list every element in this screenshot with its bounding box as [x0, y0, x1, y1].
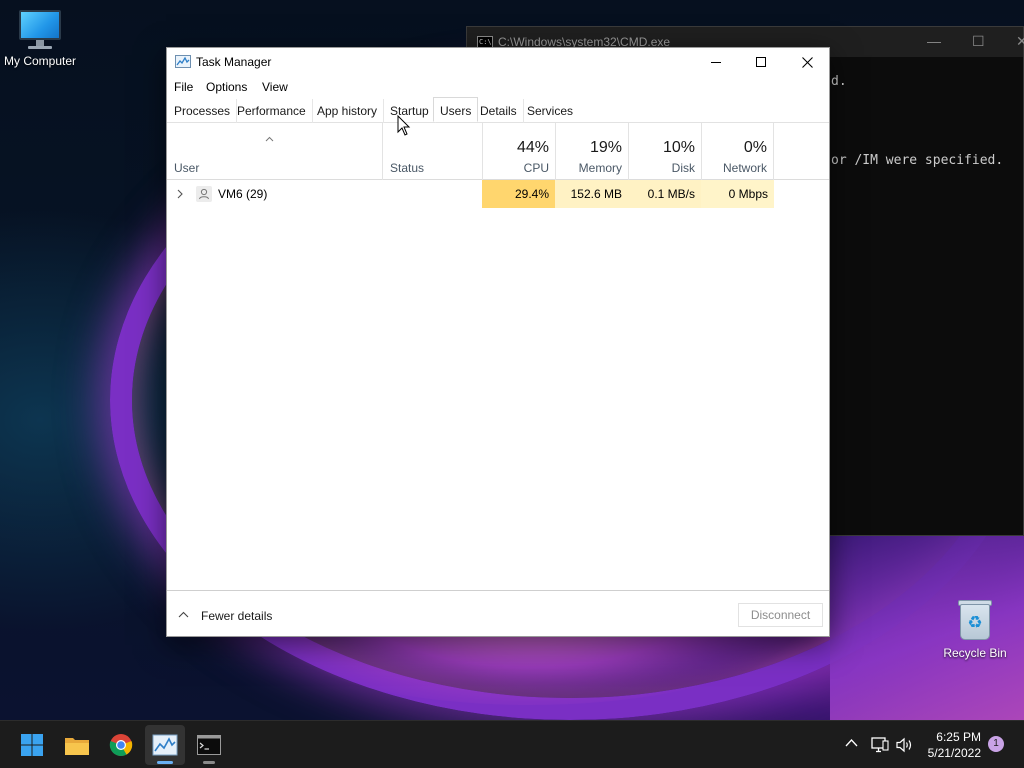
running-indicator — [203, 761, 215, 764]
taskbar: 6:25 PM 5/21/2022 1 — [0, 720, 1024, 768]
network-value: 0 Mbps — [701, 180, 774, 208]
taskbar-chrome[interactable] — [101, 725, 141, 765]
column-header-user[interactable]: User — [167, 123, 382, 180]
clock-date: 5/21/2022 — [927, 746, 981, 760]
column-label: Status — [390, 161, 425, 175]
file-explorer-icon — [65, 738, 89, 755]
taskbar-task-manager[interactable] — [145, 725, 185, 765]
close-icon — [801, 56, 813, 68]
menu-file[interactable]: File — [174, 80, 193, 94]
cmd-output-line: or /IM were specified. — [831, 153, 1004, 168]
menu-bar: File Options View — [167, 76, 829, 98]
tab-processes[interactable]: Processes — [168, 99, 238, 123]
desktop-icon-recycle-bin[interactable]: ♻ Recycle Bin — [935, 598, 1015, 660]
tab-strip: Processes Performance App history Startu… — [167, 97, 829, 123]
minimize-button[interactable] — [693, 48, 739, 76]
column-percent: 0% — [743, 139, 767, 156]
recycle-bin-icon: ♻ — [955, 598, 995, 642]
notification-badge[interactable]: 1 — [988, 736, 1004, 752]
memory-value: 152.6 MB — [555, 180, 628, 208]
sort-ascending-icon — [265, 136, 274, 142]
column-header-cpu[interactable]: 44% CPU — [482, 123, 555, 180]
column-label: Memory — [578, 161, 622, 175]
user-status — [389, 180, 479, 208]
tab-details[interactable]: Details — [474, 99, 524, 123]
table-row[interactable]: VM6 (29) 29.4% 152.6 MB 0.1 MB/s 0 Mbps — [167, 180, 829, 208]
running-indicator — [157, 761, 173, 764]
task-manager-window[interactable]: Task Manager File Options View Processes… — [166, 47, 830, 637]
desktop-icon-label: My Computer — [3, 54, 77, 68]
desktop-icon-my-computer[interactable]: My Computer — [0, 10, 80, 68]
chevron-up-icon[interactable] — [178, 611, 189, 618]
fewer-details-link[interactable]: Fewer details — [201, 609, 272, 623]
task-manager-app-icon — [175, 55, 191, 68]
column-percent: 19% — [589, 139, 622, 156]
computer-monitor-icon — [18, 10, 62, 50]
network-icon[interactable] — [870, 736, 890, 754]
window-title: Task Manager — [196, 55, 272, 69]
mouse-cursor-icon — [397, 115, 411, 136]
task-manager-icon — [152, 734, 178, 756]
chevron-right-icon[interactable] — [175, 188, 184, 200]
start-icon — [21, 734, 43, 756]
maximize-button[interactable] — [738, 48, 784, 76]
minimize-icon — [711, 61, 721, 63]
column-label: User — [174, 161, 200, 175]
taskbar-file-explorer[interactable] — [57, 725, 97, 765]
column-label: Network — [722, 161, 767, 175]
tab-performance[interactable]: Performance — [231, 99, 313, 123]
column-header-memory[interactable]: 19% Memory — [555, 123, 628, 180]
user-avatar-icon — [196, 186, 212, 202]
disconnect-button[interactable]: Disconnect — [738, 603, 823, 627]
cmd-output-line: d. — [831, 74, 847, 89]
cmd-maximize-button[interactable]: ☐ — [972, 33, 985, 50]
volume-icon[interactable] — [895, 736, 915, 754]
chrome-icon — [109, 734, 133, 756]
maximize-icon — [756, 57, 766, 67]
cpu-value: 29.4% — [482, 180, 555, 208]
cmd-icon — [197, 735, 221, 755]
start-button[interactable] — [12, 725, 52, 765]
disk-value: 0.1 MB/s — [628, 180, 701, 208]
footer-bar: Fewer details Disconnect — [167, 590, 829, 637]
column-header-disk[interactable]: 10% Disk — [628, 123, 701, 180]
column-label: CPU — [523, 161, 549, 175]
taskbar-cmd[interactable] — [189, 725, 229, 765]
column-percent: 10% — [662, 139, 695, 156]
clock-time: 6:25 PM — [936, 730, 981, 744]
menu-view[interactable]: View — [262, 80, 288, 94]
close-button[interactable] — [784, 48, 830, 76]
chevron-up-icon[interactable] — [845, 738, 858, 747]
user-name: VM6 (29) — [218, 187, 268, 201]
tab-services[interactable]: Services — [521, 99, 579, 123]
desktop-icon-label: Recycle Bin — [943, 646, 1007, 660]
column-percent: 44% — [516, 139, 549, 156]
menu-options[interactable]: Options — [206, 80, 247, 94]
task-manager-titlebar[interactable]: Task Manager — [167, 48, 829, 76]
column-header-network[interactable]: 0% Network — [701, 123, 774, 180]
cmd-minimize-button[interactable]: — — [927, 33, 941, 49]
tab-app-history[interactable]: App history — [311, 99, 385, 123]
column-label: Disk — [671, 161, 695, 175]
system-clock[interactable]: 6:25 PM 5/21/2022 — [921, 729, 981, 761]
table-header: User Status 44% CPU 19% Memory 10% Disk … — [167, 123, 829, 180]
cmd-close-button[interactable]: ✕ — [1016, 33, 1024, 50]
tab-users[interactable]: Users — [433, 97, 479, 122]
